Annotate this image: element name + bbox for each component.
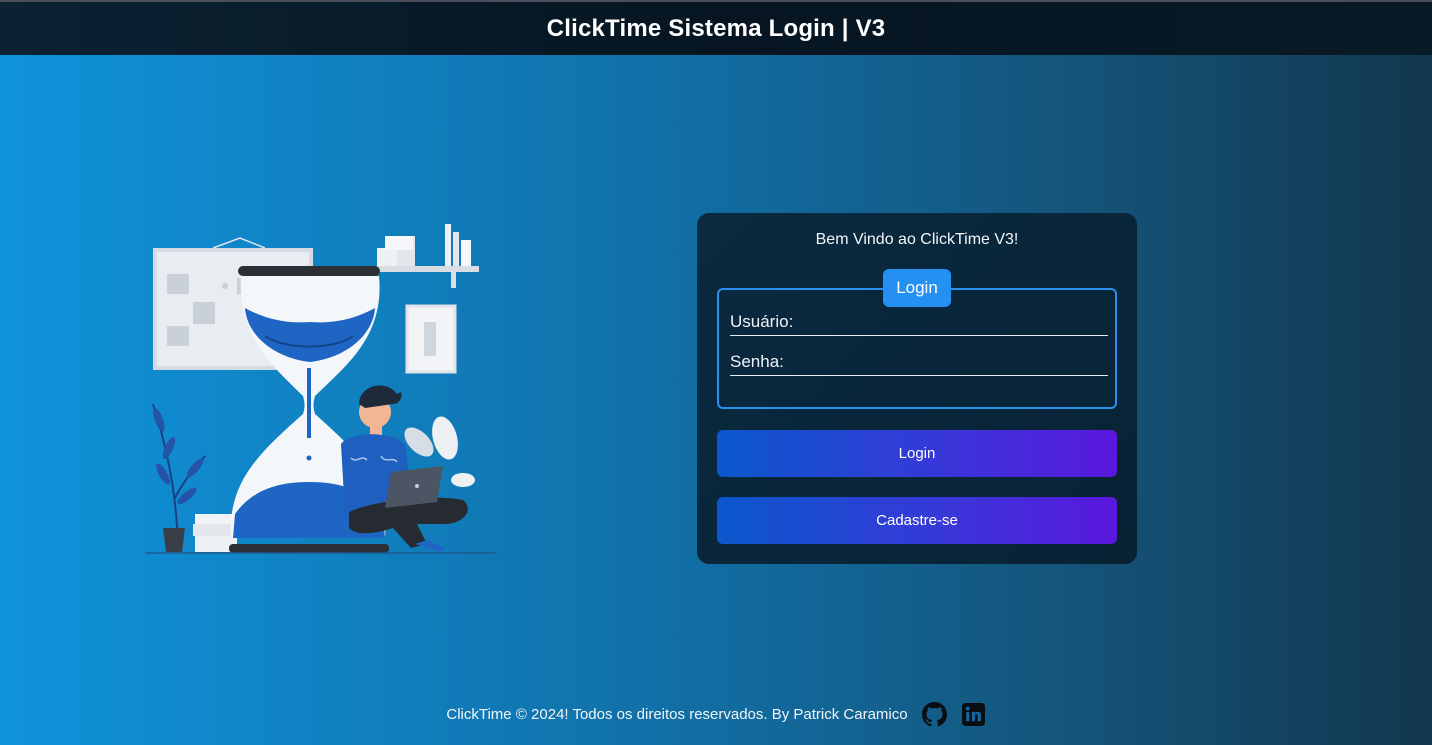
person-with-laptop (341, 385, 468, 552)
linkedin-icon[interactable] (961, 702, 986, 727)
social-links (921, 701, 986, 727)
register-button[interactable]: Cadastre-se (717, 497, 1117, 544)
welcome-message: Bem Vindo ao ClickTime V3! (815, 231, 1019, 248)
username-input[interactable] (805, 313, 1105, 333)
wall-shelf (367, 224, 479, 288)
username-field[interactable]: Usuário: (730, 312, 1108, 336)
page-header: ClickTime Sistema Login | V3 (0, 2, 1432, 55)
password-input[interactable] (805, 353, 1105, 373)
login-button[interactable]: Login (717, 430, 1117, 477)
book-stack (195, 514, 235, 524)
wall-poster (405, 304, 457, 374)
page-title: ClickTime Sistema Login | V3 (546, 14, 886, 42)
password-label: Senha: (730, 352, 784, 371)
username-label: Usuário: (730, 312, 794, 331)
github-icon[interactable] (921, 701, 947, 727)
book-stack-2 (193, 524, 237, 536)
password-field[interactable]: Senha: (730, 352, 1108, 376)
hourglass-illustration (145, 224, 497, 554)
page-footer: ClickTime © 2024! Todos os direitos rese… (0, 700, 1432, 728)
login-card: Bem Vindo ao ClickTime V3! Login Usuário… (697, 213, 1137, 564)
footer-text: ClickTime © 2024! Todos os direitos rese… (446, 705, 908, 723)
login-legend: Login (883, 269, 951, 307)
